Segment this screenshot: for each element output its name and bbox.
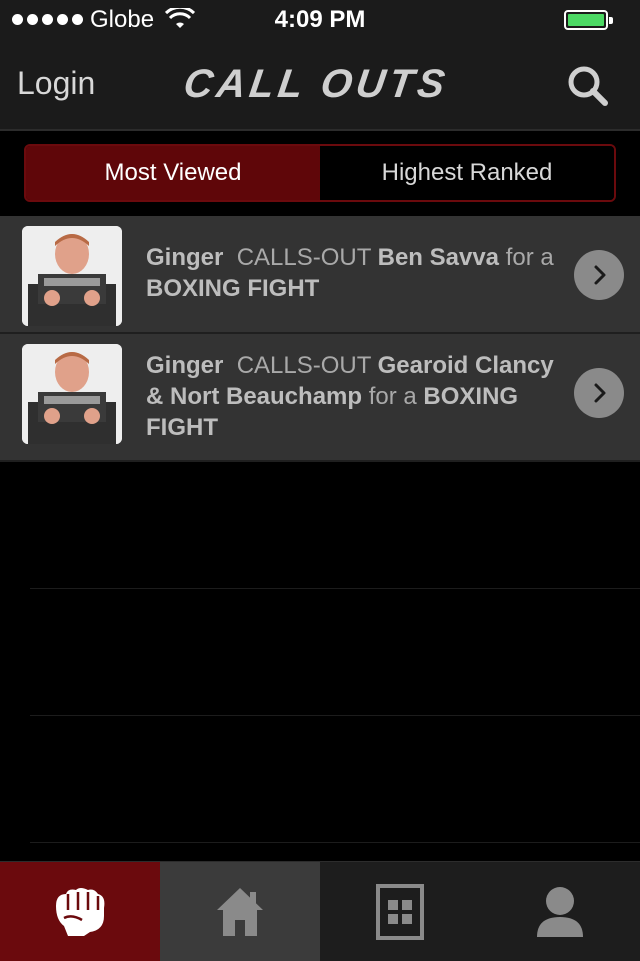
nav-bar: Login CALL OUTS xyxy=(0,40,640,131)
profile-icon xyxy=(537,886,583,937)
list-item[interactable]: Ginger CALLS-OUT Ben Savva for a BOXING … xyxy=(0,216,640,334)
avatar xyxy=(22,344,122,444)
home-icon xyxy=(217,887,263,936)
empty-row-divider xyxy=(30,842,640,843)
fight-type: BOXING FIGHT xyxy=(146,275,320,302)
callout-list: Ginger CALLS-OUT Ben Savva for a BOXING … xyxy=(0,216,640,462)
login-button[interactable]: Login xyxy=(17,65,95,102)
tab-highest-ranked[interactable]: Highest Ranked xyxy=(320,146,614,200)
tab-profile[interactable] xyxy=(480,862,640,961)
building-icon xyxy=(376,883,424,940)
tab-callouts[interactable] xyxy=(0,862,160,961)
callout-verb: CALLS-OUT xyxy=(236,244,371,271)
opponent-names: Ben Savva xyxy=(377,244,500,271)
avatar xyxy=(22,226,122,326)
connector-text: for a xyxy=(505,244,554,271)
chevron-right-icon[interactable] xyxy=(574,368,624,418)
tab-bar xyxy=(0,861,640,961)
tab-most-viewed[interactable]: Most Viewed xyxy=(26,146,320,200)
battery-icon xyxy=(564,10,613,30)
challenger-name: Ginger xyxy=(146,244,224,271)
empty-row-divider xyxy=(30,588,640,589)
challenger-name: Ginger xyxy=(146,352,224,379)
sort-segmented-control: Most Viewed Highest Ranked xyxy=(24,144,616,202)
tab-venues[interactable] xyxy=(320,862,480,961)
clock: 4:09 PM xyxy=(274,6,366,33)
fist-icon xyxy=(56,887,105,936)
brand-logo: CALL OUTS xyxy=(180,62,452,106)
callout-description: Ginger CALLS-OUT Ben Savva for a BOXING … xyxy=(146,242,562,304)
status-bar: Globe 4:09 PM xyxy=(0,0,640,40)
chevron-right-icon[interactable] xyxy=(574,250,624,300)
list-item[interactable]: Ginger CALLS-OUT Gearoid Clancy & Nort B… xyxy=(0,334,640,462)
connector-text: for a xyxy=(368,383,417,410)
search-icon[interactable] xyxy=(566,64,610,108)
tab-home[interactable] xyxy=(160,862,320,961)
callout-verb: CALLS-OUT xyxy=(236,352,371,379)
callout-description: Ginger CALLS-OUT Gearoid Clancy & Nort B… xyxy=(146,350,562,443)
empty-row-divider xyxy=(30,715,640,716)
